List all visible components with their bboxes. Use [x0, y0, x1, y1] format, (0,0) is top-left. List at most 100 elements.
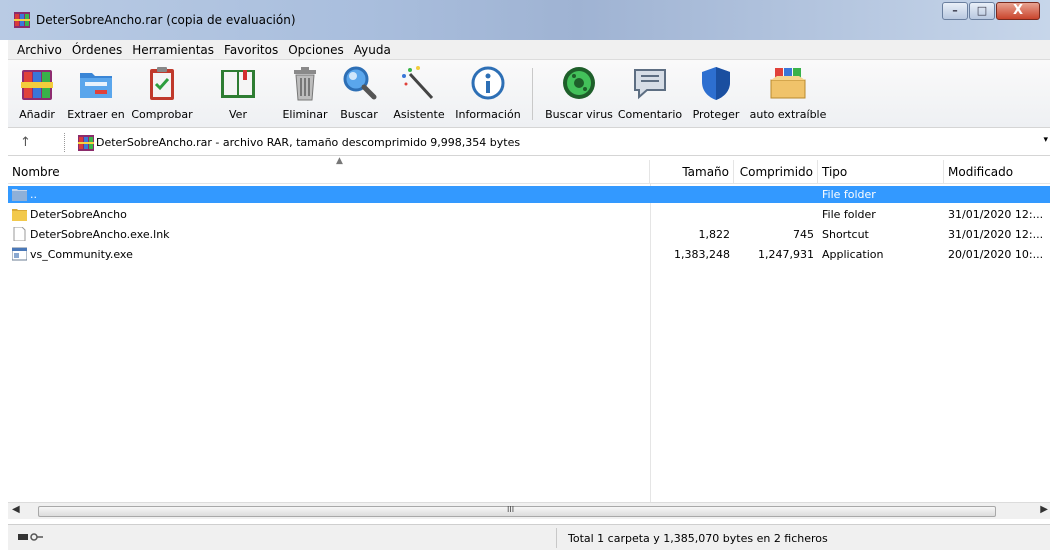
file-packed	[734, 206, 814, 223]
add-button[interactable]: Añadir	[14, 64, 60, 126]
scroll-right-icon[interactable]: ▶	[1040, 504, 1048, 515]
menu-favoritos[interactable]: Favoritos	[219, 43, 283, 57]
file-type: File folder	[822, 188, 876, 201]
menu-ordenes[interactable]: Órdenes	[67, 43, 127, 57]
sfx-label: auto extraíble	[749, 108, 827, 121]
folder-icon	[12, 189, 27, 201]
info-label: Información	[455, 108, 521, 121]
minimize-button[interactable]: –	[942, 2, 968, 20]
file-list: .. File folder DeterSobreAncho File fold…	[8, 186, 1050, 502]
status-text: Total 1 carpeta y 1,385,070 bytes en 2 f…	[568, 532, 828, 545]
extract-folder-icon	[80, 73, 112, 98]
file-packed: 745	[793, 228, 814, 241]
file-name: ..	[30, 188, 37, 201]
column-modified[interactable]: Modificado	[944, 160, 1050, 184]
table-row[interactable]: .. File folder	[8, 186, 1050, 203]
drive-key-icon[interactable]	[18, 531, 44, 543]
find-button[interactable]: Buscar	[338, 64, 380, 126]
column-header: ▲ Nombre Tamaño Comprimido Tipo Modifica…	[8, 156, 1050, 184]
info-icon	[471, 66, 505, 100]
view-book-icon	[221, 70, 255, 98]
virus-scan-button[interactable]: Buscar virus	[542, 64, 616, 126]
info-button[interactable]: Información	[452, 64, 524, 126]
test-button[interactable]: Comprobar	[130, 64, 194, 126]
toolbar-separator	[532, 68, 533, 120]
file-modified: 20/01/2020 10:...	[948, 248, 1044, 261]
test-label: Comprobar	[131, 108, 193, 121]
comment-icon	[634, 69, 666, 100]
view-button[interactable]: Ver	[214, 64, 262, 126]
file-packed	[734, 186, 814, 203]
menu-herramientas[interactable]: Herramientas	[127, 43, 219, 57]
wizard-wand-icon	[402, 66, 434, 100]
shield-icon	[702, 67, 730, 100]
file-modified	[948, 186, 1048, 203]
title-bar: DeterSobreAncho.rar (copia de evaluación…	[0, 0, 1050, 40]
protect-label: Proteger	[692, 108, 740, 121]
file-name: DeterSobreAncho	[30, 208, 127, 221]
sfx-button[interactable]: auto extraíble	[748, 64, 828, 126]
winrar-app-icon	[14, 12, 30, 28]
file-type: Shortcut	[822, 228, 869, 241]
find-label: Buscar	[340, 108, 378, 121]
close-icon: X	[1012, 3, 1024, 18]
delete-label: Eliminar	[282, 108, 328, 121]
file-type: Application	[822, 248, 884, 261]
address-path[interactable]: DeterSobreAncho.rar - archivo RAR, tamañ…	[96, 136, 520, 149]
file-name: DeterSobreAncho.exe.lnk	[30, 228, 170, 241]
menu-archivo[interactable]: Archivo	[12, 43, 67, 57]
folder-icon	[12, 209, 27, 221]
scroll-left-icon[interactable]: ◀	[12, 504, 20, 515]
close-button[interactable]: X	[996, 2, 1040, 20]
sfx-box-icon	[770, 68, 806, 99]
add-label: Añadir	[19, 108, 55, 121]
rar-archive-icon	[78, 135, 94, 151]
file-icon	[13, 227, 26, 241]
file-type: File folder	[822, 208, 876, 221]
scrollbar-thumb[interactable]: III	[38, 505, 996, 517]
horizontal-scrollbar[interactable]: ◀ III ▶	[8, 502, 1050, 519]
protect-button[interactable]: Proteger	[690, 64, 742, 126]
file-name: vs_Community.exe	[30, 248, 133, 261]
wizard-button[interactable]: Asistente	[390, 64, 448, 126]
address-separator	[64, 133, 68, 152]
test-clipboard-icon	[150, 67, 174, 100]
table-row[interactable]: vs_Community.exe 1,383,248 1,247,931 App…	[8, 246, 1050, 263]
window-title: DeterSobreAncho.rar (copia de evaluación…	[36, 13, 296, 27]
menu-ayuda[interactable]: Ayuda	[349, 43, 396, 57]
minimize-icon: –	[952, 4, 958, 17]
toolbar: Añadir Extraer en Comprobar Ver Eliminar…	[8, 60, 1050, 128]
column-size[interactable]: Tamaño	[650, 160, 734, 184]
column-type[interactable]: Tipo	[818, 160, 944, 184]
file-modified: 31/01/2020 12:...	[948, 228, 1044, 241]
scrollbar-grip: III	[507, 505, 515, 514]
address-bar: ↑ DeterSobreAncho.rar - archivo RAR, tam…	[8, 129, 1050, 156]
column-packed[interactable]: Comprimido	[734, 160, 818, 184]
table-row[interactable]: DeterSobreAncho.exe.lnk 1,822 745 Shortc…	[8, 226, 1050, 243]
trash-icon	[294, 67, 316, 101]
delete-button[interactable]: Eliminar	[280, 64, 330, 126]
menu-bar: Archivo Órdenes Herramientas Favoritos O…	[8, 40, 1050, 60]
table-row[interactable]: DeterSobreAncho File folder 31/01/2020 1…	[8, 206, 1050, 223]
extract-to-label: Extraer en	[67, 108, 125, 121]
comment-label: Comentario	[617, 108, 683, 121]
file-packed: 1,247,931	[758, 248, 814, 261]
virus-scan-icon	[563, 67, 595, 99]
up-arrow-icon[interactable]: ↑	[20, 135, 31, 150]
file-modified: 31/01/2020 12:...	[948, 208, 1044, 221]
file-size: 1,822	[698, 228, 731, 241]
window-controls: – □ X	[941, 2, 1040, 20]
chevron-down-icon[interactable]: ▾	[1043, 135, 1048, 145]
application-icon	[12, 247, 27, 261]
maximize-icon: □	[976, 4, 988, 17]
add-archive-icon	[21, 70, 53, 100]
menu-opciones[interactable]: Opciones	[283, 43, 349, 57]
wizard-label: Asistente	[393, 108, 445, 121]
file-size	[650, 186, 730, 203]
status-separator	[556, 528, 557, 548]
virus-scan-label: Buscar virus	[545, 108, 613, 121]
comment-button[interactable]: Comentario	[616, 64, 684, 126]
maximize-button[interactable]: □	[969, 2, 995, 20]
extract-to-button[interactable]: Extraer en	[64, 64, 128, 126]
column-name[interactable]: Nombre	[8, 160, 650, 184]
